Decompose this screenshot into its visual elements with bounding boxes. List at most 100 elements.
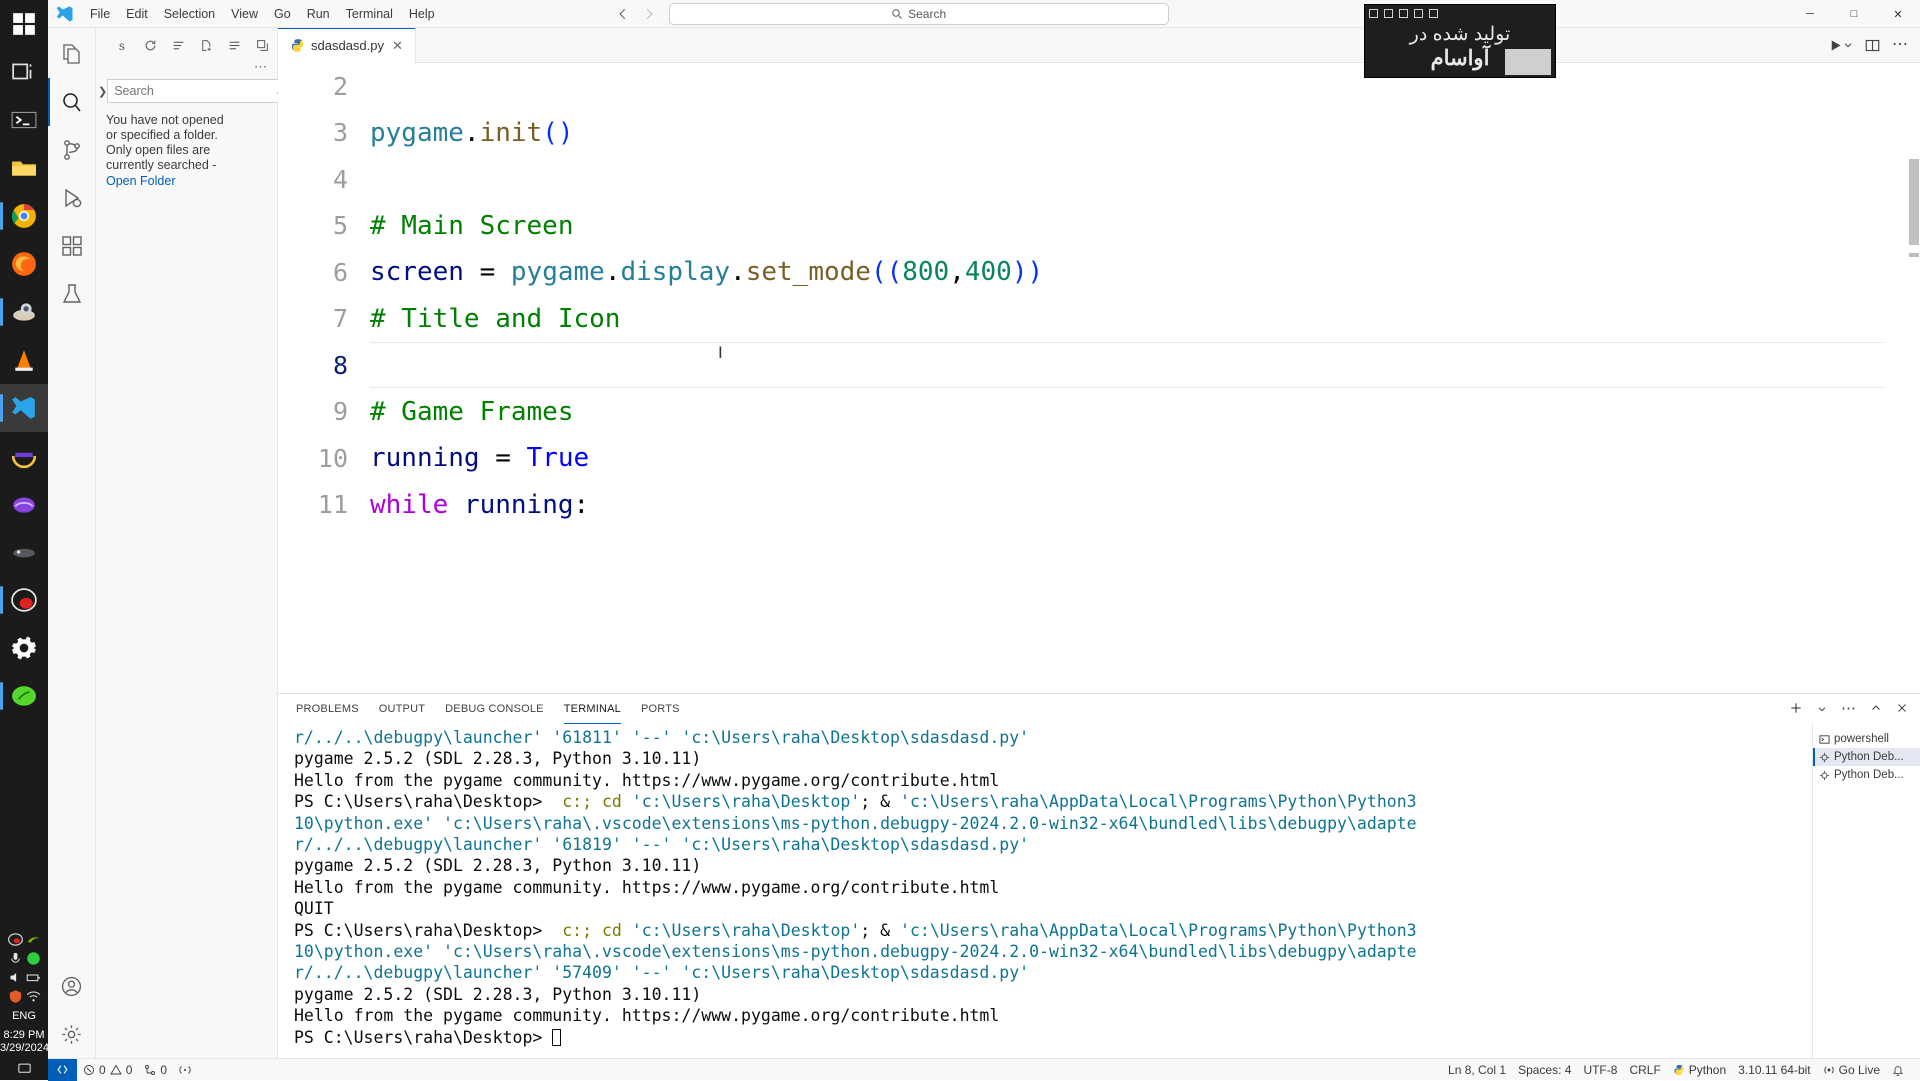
- views-and-more-actions-button[interactable]: ⋯: [1841, 701, 1856, 716]
- panel-tab-ports[interactable]: PORTS: [631, 694, 690, 724]
- editor-tab-sdasdasd-py[interactable]: sdasdasd.py ✕: [278, 28, 416, 63]
- editor-scrollbar[interactable]: [1906, 63, 1920, 693]
- line-content[interactable]: # Title and Icon: [370, 304, 620, 334]
- overlay-stop-icon[interactable]: [1399, 8, 1408, 18]
- tray-row-1[interactable]: [0, 930, 48, 949]
- code-line-6[interactable]: 6 screen = pygame.display.set_mode((800,4…: [278, 249, 1906, 296]
- code-line-7[interactable]: 7 # Title and Icon: [278, 296, 1906, 343]
- line-content[interactable]: # Main Screen: [370, 211, 574, 241]
- taskbar-clock-date[interactable]: 3/29/2024: [0, 1042, 49, 1055]
- go-live-status[interactable]: Go Live: [1817, 1059, 1886, 1081]
- ports-status[interactable]: 0: [138, 1059, 173, 1081]
- problems-status[interactable]: 0 0: [77, 1059, 138, 1081]
- search-more-actions[interactable]: ⋯: [96, 60, 277, 77]
- close-icon[interactable]: ✕: [390, 38, 405, 54]
- close-panel-button[interactable]: [1896, 702, 1908, 717]
- taskbar-language[interactable]: ENG: [0, 1006, 48, 1025]
- encoding-status[interactable]: UTF-8: [1577, 1059, 1623, 1081]
- line-content[interactable]: while running:: [370, 490, 589, 520]
- terminal-tab-python-debug-1[interactable]: Python Deb...: [1813, 748, 1920, 766]
- new-terminal-button[interactable]: [1789, 701, 1803, 718]
- go-forward-button[interactable]: [639, 4, 659, 24]
- taskbar-clock-time[interactable]: 8:29 PM: [0, 1025, 48, 1042]
- go-back-button[interactable]: [613, 4, 633, 24]
- code-line-10[interactable]: 10 running = True: [278, 435, 1906, 482]
- refresh-icon[interactable]: [141, 37, 159, 55]
- activitybar-item-run-and-debug[interactable]: [48, 174, 96, 222]
- overlay-pause-icon[interactable]: [1384, 8, 1393, 18]
- panel-tab-problems[interactable]: PROBLEMS: [286, 694, 369, 724]
- taskbar-item-steam[interactable]: [0, 288, 48, 336]
- activitybar-item-accounts[interactable]: [48, 962, 96, 1010]
- taskbar-item-file-explorer[interactable]: [0, 144, 48, 192]
- activitybar-item-explorer[interactable]: [48, 30, 96, 78]
- code-line-4[interactable]: 4: [278, 156, 1906, 203]
- menu-item-selection[interactable]: Selection: [156, 0, 223, 28]
- activitybar-item-extensions[interactable]: [48, 222, 96, 270]
- taskbar-item-chrome[interactable]: [0, 192, 48, 240]
- panel-tab-terminal[interactable]: TERMINAL: [554, 694, 631, 724]
- menu-item-terminal[interactable]: Terminal: [338, 0, 401, 28]
- open-new-search-editor-icon[interactable]: [197, 37, 215, 55]
- line-content[interactable]: [370, 342, 1884, 389]
- show-desktop-button[interactable]: [0, 1055, 48, 1076]
- tray-row-3[interactable]: [0, 968, 48, 987]
- more-actions-button[interactable]: ⋯: [1892, 37, 1908, 53]
- taskbar-item-firefox[interactable]: [0, 240, 48, 288]
- code-line-3[interactable]: 3 pygame.init(): [278, 110, 1906, 157]
- split-editor-button[interactable]: [1865, 38, 1880, 53]
- menu-item-run[interactable]: Run: [299, 0, 338, 28]
- menu-item-help[interactable]: Help: [401, 0, 443, 28]
- panel-tab-output[interactable]: OUTPUT: [369, 694, 435, 724]
- menu-item-view[interactable]: View: [223, 0, 266, 28]
- panel-tab-debug-console[interactable]: DEBUG CONSOLE: [435, 694, 554, 724]
- maximize-panel-button[interactable]: [1870, 702, 1882, 717]
- code-line-8[interactable]: 8: [278, 342, 1906, 389]
- code-line-11[interactable]: 11 while running:: [278, 482, 1906, 529]
- screen-recorder-overlay[interactable]: تولید شده در آواسام: [1364, 4, 1556, 78]
- toggle-replace-chevron-icon[interactable]: ❯: [98, 79, 107, 103]
- taskbar-item-terminal[interactable]: [0, 96, 48, 144]
- overlay-settings-icon[interactable]: [1429, 8, 1438, 18]
- view-as-tree-icon[interactable]: [225, 37, 243, 55]
- code-line-5[interactable]: 5 # Main Screen: [278, 203, 1906, 250]
- line-content[interactable]: pygame.init(): [370, 118, 574, 148]
- menu-item-file[interactable]: File: [82, 0, 118, 28]
- activitybar-item-search[interactable]: [47, 78, 96, 126]
- command-center-search[interactable]: Search: [668, 2, 1169, 25]
- editor-position-status[interactable]: Ln 8, Col 1: [1442, 1059, 1512, 1081]
- remote-host-button[interactable]: [48, 1058, 77, 1081]
- tray-row-4[interactable]: [0, 987, 48, 1006]
- maximize-button[interactable]: □: [1832, 0, 1876, 28]
- taskbar-item-settings[interactable]: [0, 624, 48, 672]
- overlay-camera-icon[interactable]: [1414, 8, 1423, 18]
- eol-status[interactable]: CRLF: [1623, 1059, 1666, 1081]
- taskbar-item-photoshop[interactable]: [0, 432, 48, 480]
- terminal-output[interactable]: r/../..\debugpy\launcher' '61811' '--' '…: [278, 724, 1812, 1058]
- activitybar-item-testing[interactable]: [48, 270, 96, 318]
- tray-row-2[interactable]: [0, 949, 48, 968]
- taskbar-item-start[interactable]: [0, 0, 48, 48]
- radio-tower-status[interactable]: [173, 1059, 197, 1081]
- line-content[interactable]: running = True: [370, 443, 589, 473]
- activitybar-item-manage[interactable]: [48, 1010, 96, 1058]
- editor-scrollbar-thumb[interactable]: [1909, 159, 1919, 245]
- indentation-status[interactable]: Spaces: 4: [1512, 1059, 1577, 1081]
- taskbar-item-app-purple[interactable]: [0, 480, 48, 528]
- overlay-record-icon[interactable]: [1369, 8, 1378, 18]
- code-line-9[interactable]: 9 # Game Frames: [278, 389, 1906, 436]
- line-content[interactable]: screen = pygame.display.set_mode((800,40…: [370, 257, 1043, 287]
- activitybar-item-source-control[interactable]: [48, 126, 96, 174]
- search-input[interactable]: [114, 84, 276, 98]
- python-interpreter-status[interactable]: 3.10.11 64-bit: [1732, 1059, 1817, 1081]
- clear-search-results-icon[interactable]: [169, 37, 187, 55]
- terminal-tab-python-debug-2[interactable]: Python Deb...: [1813, 766, 1920, 784]
- open-folder-link[interactable]: Open Folder: [106, 174, 269, 189]
- taskbar-item-opera[interactable]: [0, 576, 48, 624]
- run-python-file-button[interactable]: [1828, 38, 1853, 53]
- language-mode-status[interactable]: Python: [1667, 1059, 1732, 1081]
- taskbar-item-app-green[interactable]: [0, 672, 48, 720]
- code-lines[interactable]: 2 3 pygame.init() 4 5 # Main Screen 6 screen = …: [278, 63, 1906, 693]
- code-line-2[interactable]: 2: [278, 63, 1906, 110]
- minimize-button[interactable]: ─: [1788, 0, 1832, 28]
